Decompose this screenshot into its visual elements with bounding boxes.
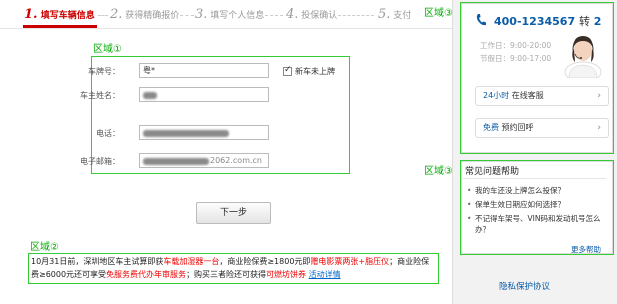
more-help-link[interactable]: 更多帮助 bbox=[571, 244, 601, 255]
hotline-number: 400-1234567 转 2 bbox=[494, 15, 602, 28]
step-1: 1. 填写车辆信息 bbox=[24, 7, 95, 22]
owner-label: 车主姓名： bbox=[80, 91, 120, 100]
promo-part: 10月31日前，深圳地区车主试算即获 bbox=[31, 257, 164, 266]
zone-3-label-top: 区域③ bbox=[424, 8, 453, 19]
plate-row: 车牌号： bbox=[88, 63, 272, 79]
holiday-hours: 节假日：9:00-17:00 bbox=[480, 54, 552, 63]
promo-highlight: 赠电影票两张+脂压仪 bbox=[310, 257, 390, 266]
step-5: 5. 支付 bbox=[378, 7, 412, 22]
redacted-email bbox=[143, 158, 209, 165]
promo-text: 10月31日前，深圳地区车主试算即获车载加湿器一台，商业险保费≥1800元即赠电… bbox=[28, 254, 439, 283]
faq-divider bbox=[463, 178, 606, 179]
owner-row: 车主姓名： bbox=[80, 87, 272, 103]
chevron-right-icon: › bbox=[597, 91, 601, 101]
new-car-checkbox-wrap[interactable]: 新车未上牌 bbox=[283, 65, 335, 77]
privacy-policy-link[interactable]: 隐私保护协议 bbox=[499, 280, 550, 292]
new-car-checkbox[interactable] bbox=[283, 65, 292, 76]
zone-3-label-faq: 区域③ bbox=[424, 166, 453, 177]
step-connector bbox=[180, 15, 194, 16]
promo-highlight: 车载加湿器一台 bbox=[163, 257, 220, 266]
faq-item[interactable]: 保单生效日期应如何选择？ bbox=[467, 199, 607, 210]
activity-details-link[interactable]: 活动详情 bbox=[309, 270, 341, 279]
callback-button[interactable]: 免费 预约回呼 › bbox=[475, 118, 609, 138]
promo-part: ；购买三者险还可获得 bbox=[186, 270, 267, 279]
phone-label: 电话： bbox=[96, 129, 120, 138]
faq-title: 常见问题帮助 bbox=[465, 167, 520, 177]
promo-part: ，商业险保费≥1800元即 bbox=[219, 257, 311, 266]
faq-item[interactable]: 不记得车架号、VIN码和发动机号怎么办？ bbox=[467, 213, 607, 235]
owner-input[interactable] bbox=[139, 87, 269, 102]
redacted-phone bbox=[143, 130, 229, 137]
phone-row: 电话： bbox=[92, 125, 272, 141]
weekday-hours: 工作日：9:00-20:00 bbox=[480, 41, 552, 50]
progress-steps: 1. 填写车辆信息 2. 获得精确报价 3. 填写个人信息 4. 投保确认 5.… bbox=[0, 0, 452, 28]
online-service-button[interactable]: 24小时 在线客服 › bbox=[475, 86, 609, 106]
zone-1-label: 区域① bbox=[93, 44, 122, 55]
step-4: 4. 投保确认 bbox=[286, 7, 338, 22]
redacted-owner-name bbox=[143, 92, 157, 99]
step-3: 3. 填写个人信息 bbox=[195, 7, 265, 22]
step-connector bbox=[265, 15, 283, 16]
zone-2-label: 区域② bbox=[30, 242, 59, 253]
promo-highlight: 免服务费代办年审服务 bbox=[106, 270, 187, 279]
customer-service-agent-avatar bbox=[564, 36, 602, 78]
phone-icon bbox=[476, 14, 486, 26]
steps-divider bbox=[0, 28, 452, 29]
new-car-label: 新车未上牌 bbox=[295, 67, 335, 76]
promo-highlight: 可燃坊饼券 bbox=[266, 270, 307, 279]
faq-item[interactable]: 我的车还没上牌怎么投保？ bbox=[467, 185, 607, 196]
email-label: 电子邮箱： bbox=[80, 157, 120, 166]
step-connector bbox=[98, 15, 108, 16]
step-2: 2. 获得精确报价 bbox=[110, 7, 180, 22]
plate-input[interactable] bbox=[139, 63, 269, 78]
step-connector bbox=[338, 15, 374, 16]
next-button[interactable]: 下一步 bbox=[196, 202, 271, 224]
plate-label: 车牌号： bbox=[88, 67, 120, 76]
email-row: 电子邮箱： bbox=[80, 153, 272, 169]
chevron-right-icon: › bbox=[597, 123, 601, 133]
